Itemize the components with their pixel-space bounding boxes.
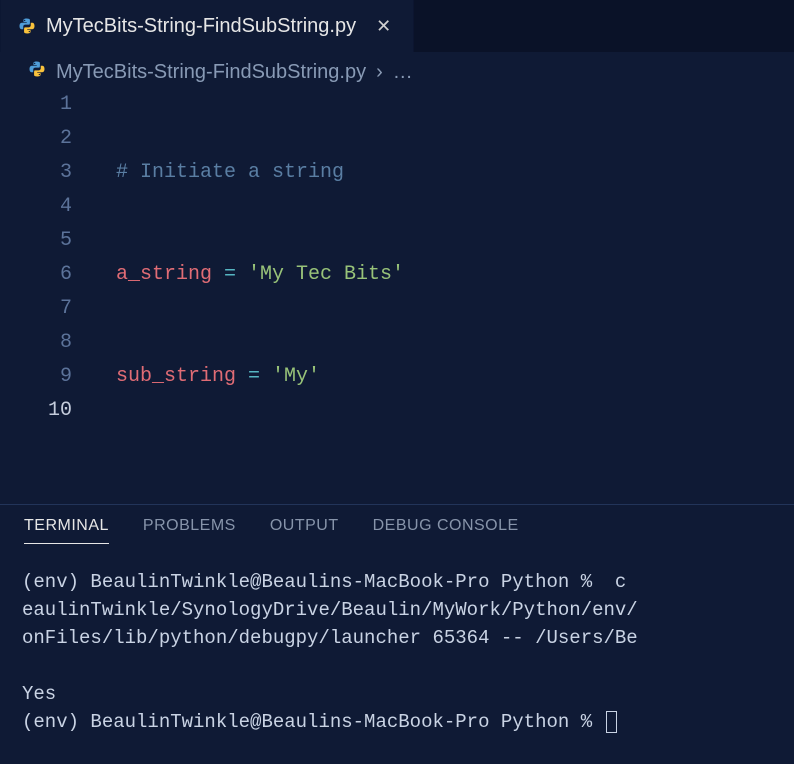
terminal-cursor: [606, 711, 617, 733]
tab-debug-console[interactable]: DEBUG CONSOLE: [373, 517, 519, 544]
breadcrumb-filename: MyTecBits-String-FindSubString.py: [56, 61, 366, 84]
tab-bar: MyTecBits-String-FindSubString.py ✕: [0, 0, 794, 52]
tab-output[interactable]: OUTPUT: [270, 517, 339, 544]
code-line: sub_string = 'My': [100, 360, 794, 394]
terminal-line: onFiles/lib/python/debugpy/launcher 6536…: [22, 627, 638, 649]
breadcrumb-ellipsis: …: [393, 61, 413, 84]
variable-token: a_string: [116, 263, 212, 286]
operator-token: =: [236, 365, 272, 388]
bottom-panel: TERMINAL PROBLEMS OUTPUT DEBUG CONSOLE (…: [0, 504, 794, 764]
terminal-content[interactable]: (env) BeaulinTwinkle@Beaulins-MacBook-Pr…: [0, 544, 794, 764]
comment-token: # Initiate a string: [116, 161, 344, 184]
editor-tab[interactable]: MyTecBits-String-FindSubString.py ✕: [0, 0, 414, 52]
code-line: # Initiate a string: [100, 156, 794, 190]
string-token: 'My Tec Bits': [248, 263, 404, 286]
line-number: 4: [0, 190, 72, 224]
tab-problems[interactable]: PROBLEMS: [143, 517, 236, 544]
line-number: 9: [0, 360, 72, 394]
breadcrumb[interactable]: MyTecBits-String-FindSubString.py › …: [0, 52, 794, 88]
editor-body[interactable]: 1 2 3 4 5 6 7 8 9 10 # Initiate a string…: [0, 88, 794, 504]
tab-bar-rest: [414, 0, 794, 52]
tab-terminal[interactable]: TERMINAL: [24, 517, 109, 544]
terminal-line: eaulinTwinkle/SynologyDrive/Beaulin/MyWo…: [22, 599, 638, 621]
code-line: a_string = 'My Tec Bits': [100, 258, 794, 292]
variable-token: sub_string: [116, 365, 236, 388]
tab-close-button[interactable]: ✕: [372, 15, 395, 37]
line-number: 2: [0, 122, 72, 156]
code-content[interactable]: # Initiate a string a_string = 'My Tec B…: [100, 88, 794, 504]
python-icon: [18, 17, 36, 35]
panel-tabs: TERMINAL PROBLEMS OUTPUT DEBUG CONSOLE: [0, 505, 794, 544]
line-number-gutter: 1 2 3 4 5 6 7 8 9 10: [0, 88, 100, 504]
python-icon: [28, 60, 46, 84]
line-number: 6: [0, 258, 72, 292]
terminal-line: (env) BeaulinTwinkle@Beaulins-MacBook-Pr…: [22, 571, 626, 593]
line-number: 5: [0, 224, 72, 258]
terminal-line: Yes: [22, 683, 56, 705]
line-number: 10: [0, 394, 72, 428]
editor-root: MyTecBits-String-FindSubString.py ✕ MyTe…: [0, 0, 794, 764]
string-token: 'My': [272, 365, 320, 388]
terminal-line: (env) BeaulinTwinkle@Beaulins-MacBook-Pr…: [22, 711, 604, 733]
line-number: 7: [0, 292, 72, 326]
line-number: 8: [0, 326, 72, 360]
tab-filename: MyTecBits-String-FindSubString.py: [46, 15, 356, 38]
chevron-right-icon: ›: [376, 61, 383, 84]
operator-token: =: [212, 263, 248, 286]
code-line: [100, 462, 794, 496]
line-number: 1: [0, 88, 72, 122]
line-number: 3: [0, 156, 72, 190]
